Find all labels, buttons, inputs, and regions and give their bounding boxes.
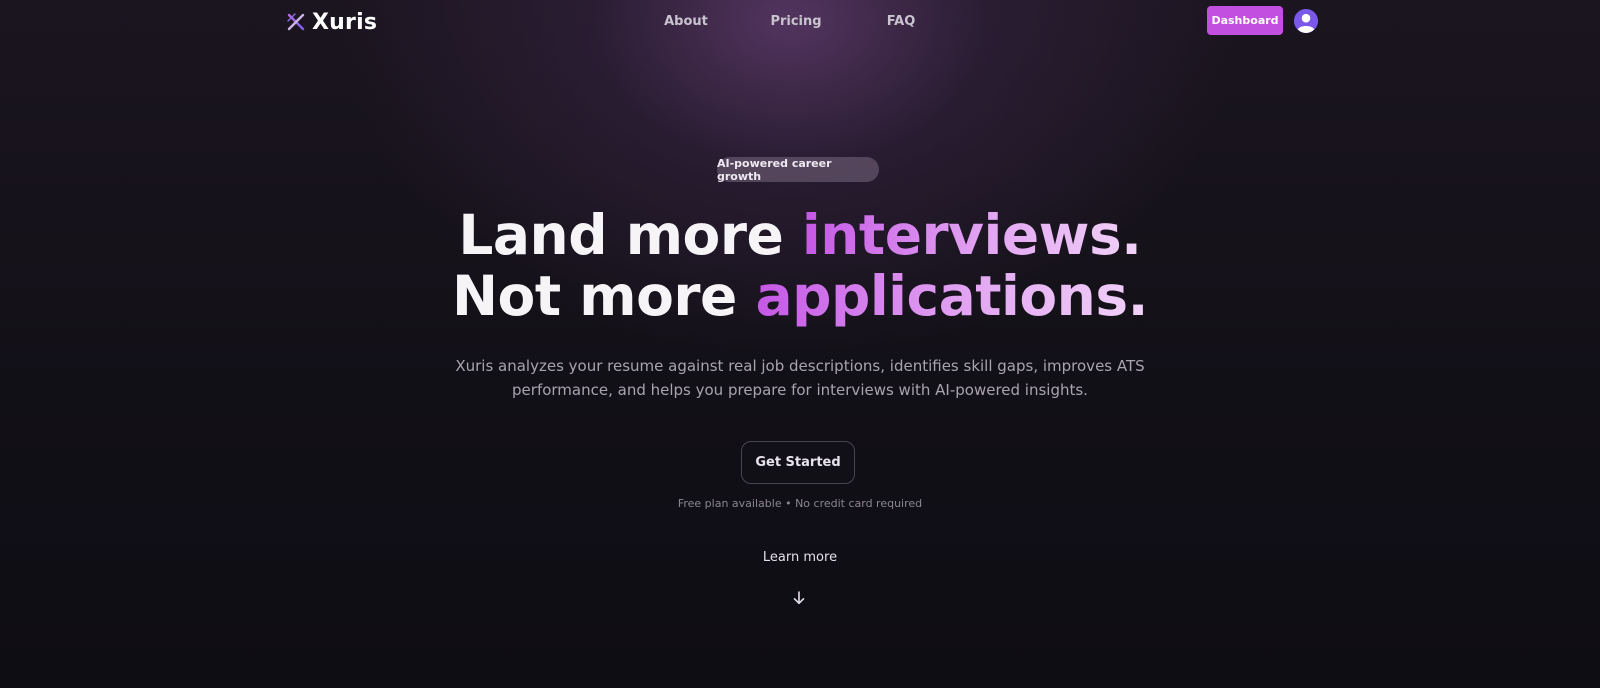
arrow-down-icon[interactable] bbox=[792, 590, 806, 606]
free-plan-note: Free plan available • No credit card req… bbox=[677, 497, 923, 510]
hero-section: AI-powered career growth Land more inter… bbox=[0, 0, 1600, 688]
hero-badge: AI-powered career growth bbox=[717, 157, 879, 183]
headline-line-2-accent: applications. bbox=[755, 264, 1148, 328]
learn-more-link[interactable]: Learn more bbox=[700, 550, 900, 565]
headline-line-1-accent: interviews. bbox=[801, 203, 1142, 267]
headline-line-1: Land more interviews. bbox=[300, 205, 1300, 266]
get-started-button[interactable]: Get Started bbox=[741, 441, 855, 484]
headline-line-2-plain: Not more bbox=[452, 264, 737, 328]
headline-line-2: Not more applications. bbox=[300, 266, 1300, 327]
hero-subtitle: Xuris analyzes your resume against real … bbox=[455, 357, 1145, 399]
headline-line-1-plain: Land more bbox=[458, 203, 784, 267]
hero-headline: Land more interviews. Not more applicati… bbox=[300, 205, 1300, 327]
